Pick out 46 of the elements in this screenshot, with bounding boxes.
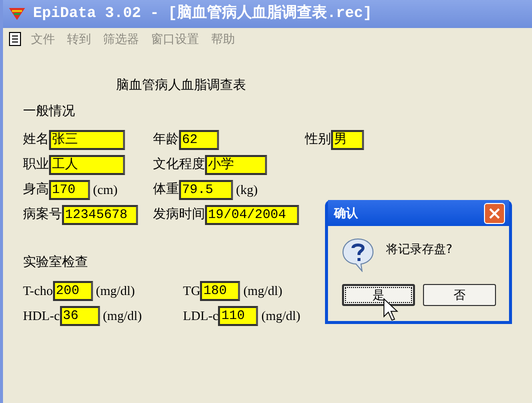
dialog-title: 确认 [334,205,358,222]
input-field[interactable]: 张三 [49,130,125,150]
unit-label: (mg/dl) [243,282,282,300]
unit-label: (mg/dl) [102,307,142,326]
input-field[interactable]: 36 [60,306,100,326]
input-field[interactable]: 79.5 [179,180,233,200]
window-title: EpiData 3.02 - [脑血管病人血脂调查表.rec] [33,3,372,24]
input-field[interactable]: 110 [218,306,258,326]
input-field[interactable]: 男 [331,130,364,150]
input-field[interactable]: 19/04/2004 [205,204,299,224]
unit-label: (kg) [236,180,258,199]
field-label: T-cho [23,282,53,300]
field-label: 姓名 [23,130,49,149]
input-field[interactable]: 62 [179,130,219,150]
mouse-cursor-icon [383,298,399,321]
input-field[interactable]: 12345678 [62,204,138,224]
field-label: 体重 [153,180,179,199]
document-icon[interactable] [9,32,21,46]
field-label: 病案号 [23,206,62,224]
field-label: 身高 [23,180,49,199]
field-label: 年龄 [153,130,179,149]
dialog-button[interactable]: 否 [423,284,496,306]
unit-label: (mg/dl) [261,307,300,326]
question-icon [342,238,374,272]
dialog-message: 将记录存盘? [386,241,452,258]
field-label: TG [183,282,200,300]
form-title: 脑血管病人血脂调查表 [116,77,247,95]
input-field[interactable]: 200 [52,281,93,301]
dialog-button[interactable]: 是 [342,284,415,306]
section-heading: 实验室检查 [23,254,88,272]
unit-label: (cm) [93,180,118,199]
field-label: 性别 [305,130,331,149]
field-label: 发病时间 [153,206,205,224]
app-icon [9,8,25,20]
input-field[interactable]: 170 [49,180,90,200]
field-label: LDL-c [183,307,218,326]
input-field[interactable]: 小学 [205,154,267,174]
close-button[interactable] [484,202,505,224]
field-label: HDL-c [23,307,60,326]
unit-label: (mg/dl) [96,282,135,300]
close-icon [489,208,500,218]
input-field[interactable]: 180 [200,281,240,301]
field-label: 文化程度 [153,156,205,174]
input-field[interactable]: 工人 [49,154,125,174]
field-label: 职业 [23,156,49,174]
section-heading: 一般情况 [23,102,75,120]
